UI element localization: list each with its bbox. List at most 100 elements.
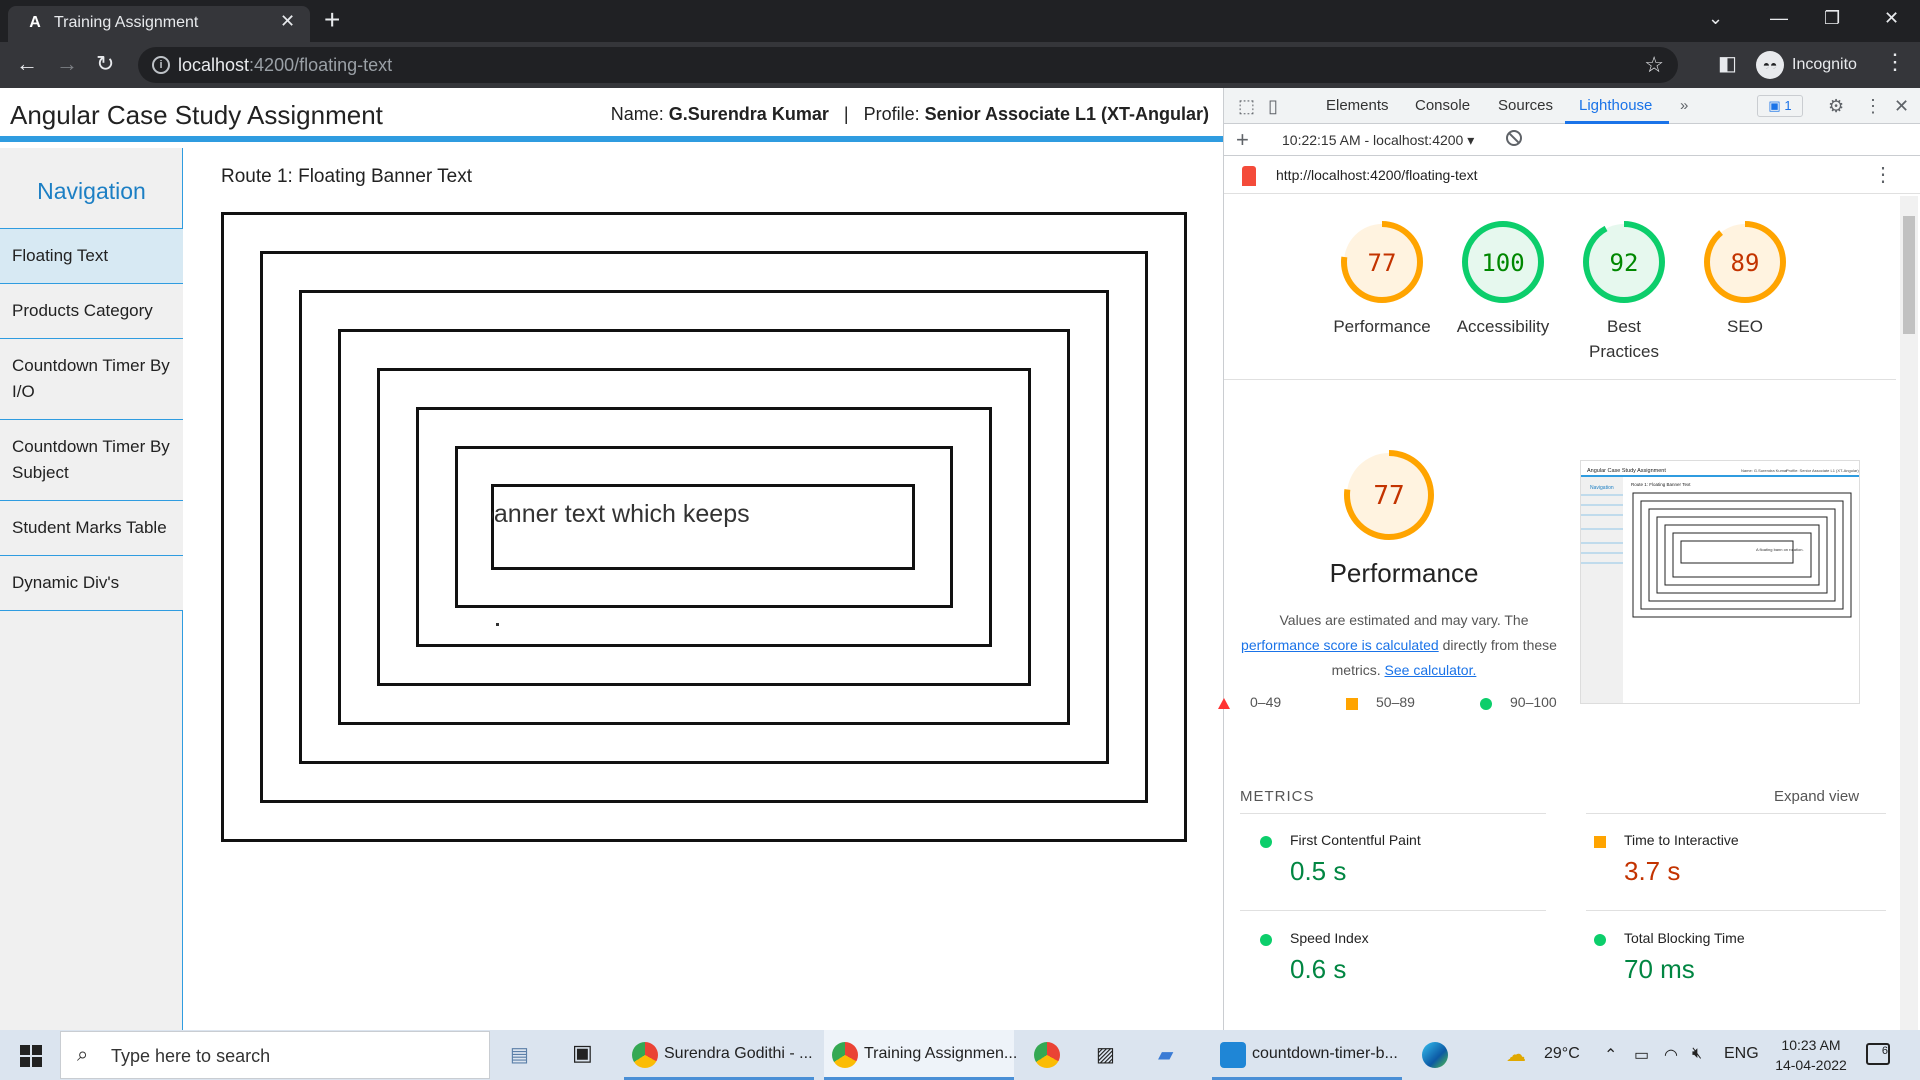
window-close-icon[interactable]: ✕	[1884, 8, 1899, 29]
name-value: G.Surendra Kumar	[668, 104, 829, 124]
forward-icon[interactable]: →	[56, 52, 78, 76]
name-label: Name:	[610, 104, 664, 124]
metric-name: Total Blocking Time	[1624, 930, 1745, 946]
gauge-best-practices[interactable]: 92 Best Practices	[1564, 220, 1684, 364]
clear-reports-icon[interactable]	[1506, 130, 1522, 146]
maximize-icon[interactable]: ❐	[1824, 8, 1840, 29]
language-indicator[interactable]: ENG	[1724, 1045, 1759, 1063]
thumb-profile: Profile: Senior Associate L1 (XT-Angular…	[1786, 468, 1859, 473]
task-view-icon[interactable]: ▤	[510, 1042, 529, 1067]
devtools-scrollbar[interactable]	[1900, 196, 1918, 1030]
new-tab-icon[interactable]: +	[324, 6, 340, 34]
metrics-heading: METRICS	[1240, 788, 1315, 805]
score-calculated-link[interactable]: performance score is calculated	[1241, 637, 1439, 653]
browser-tab[interactable]: A Training Assignment ✕	[8, 6, 310, 42]
see-calculator-link[interactable]: See calculator.	[1385, 662, 1477, 678]
site-info-icon[interactable]: i	[152, 56, 170, 74]
volume-muted-icon[interactable]: 🔇︎	[1692, 1045, 1702, 1063]
devtools-menu-icon[interactable]: ⋮	[1864, 96, 1882, 117]
weather-icon[interactable]: ☁	[1506, 1042, 1526, 1067]
sidebar-item-student-marks[interactable]: Student Marks Table	[0, 500, 183, 555]
chrome-icon	[632, 1042, 658, 1068]
bookmark-star-icon[interactable]: ☆	[1644, 52, 1664, 78]
reload-icon[interactable]: ↻	[96, 52, 114, 76]
omnibox[interactable]: i localhost:4200/floating-text ☆	[138, 47, 1678, 83]
expand-view-button[interactable]: Expand view	[1774, 788, 1859, 805]
url-text[interactable]: localhost:4200/floating-text	[178, 55, 392, 76]
store-icon[interactable]: ▣	[572, 1040, 593, 1066]
lighthouse-icon	[1242, 166, 1256, 186]
page-screenshot-thumbnail[interactable]: Angular Case Study Assignment Name: G.Su…	[1580, 460, 1860, 704]
windows-start-icon[interactable]	[20, 1045, 42, 1067]
legend-average: 50–89	[1376, 694, 1415, 710]
incognito-badge[interactable]: ◓◓ Incognito	[1756, 49, 1857, 81]
address-toolbar: ← → ↻ i localhost:4200/floating-text ☆ ◧…	[0, 42, 1920, 88]
clock-time: 10:23 AM	[1781, 1037, 1841, 1053]
incognito-icon: ◓◓	[1756, 51, 1784, 79]
gauge-accessibility-score: 100	[1481, 249, 1524, 277]
minimize-icon[interactable]: —	[1770, 8, 1788, 29]
tab-close-icon[interactable]: ✕	[280, 11, 295, 32]
new-report-icon[interactable]: +	[1236, 127, 1249, 153]
floating-banner: banner text which keeps	[492, 492, 912, 574]
gauge-seo[interactable]: 89 SEO	[1685, 220, 1805, 339]
system-clock[interactable]: 10:23 AM 14-04-2022	[1766, 1035, 1856, 1075]
settings-gear-icon[interactable]: ⚙	[1828, 96, 1844, 117]
performance-large-score: 77	[1373, 481, 1404, 511]
taskbar-search[interactable]: ⌕ Type here to search	[60, 1031, 490, 1079]
report-menu-icon[interactable]: ⋮	[1873, 162, 1893, 187]
lighthouse-toolbar: + 10:22:15 AM - localhost:4200 ▾	[1224, 124, 1920, 156]
battery-icon[interactable]: ▭	[1634, 1045, 1649, 1065]
average-square-icon	[1594, 836, 1606, 848]
performance-description: Values are estimated and may vary. The p…	[1224, 608, 1584, 683]
wifi-icon[interactable]: ◠	[1664, 1045, 1678, 1065]
pinned-app-icon[interactable]: ▨	[1096, 1042, 1115, 1067]
thumb-title: Angular Case Study Assignment	[1587, 468, 1666, 474]
gauge-best-practices-score: 92	[1610, 249, 1639, 277]
performance-large-gauge: 77	[1342, 448, 1436, 547]
vscode-icon	[1220, 1042, 1246, 1068]
thumb-nav-heading: Navigation	[1590, 485, 1614, 491]
header-separator: |	[843, 104, 849, 124]
temperature[interactable]: 29°C	[1544, 1045, 1580, 1063]
file-explorer-icon[interactable]: ▰	[1158, 1042, 1173, 1067]
taskbar-app-chrome-2[interactable]: Training Assignmen...	[824, 1030, 1017, 1080]
metrics-divider	[1586, 910, 1886, 911]
tab-search-icon[interactable]: ⌄	[1708, 8, 1723, 29]
metric-name: Time to Interactive	[1624, 832, 1739, 848]
more-tabs-icon[interactable]: »	[1680, 97, 1688, 114]
sidebar-item-products-category[interactable]: Products Category	[0, 283, 183, 338]
sidebar-item-countdown-io[interactable]: Countdown Timer By I/O	[0, 338, 183, 419]
inspect-element-icon[interactable]: ⬚	[1238, 96, 1255, 117]
windows-taskbar: ⌕ Type here to search ▤ ▣ Surendra Godit…	[0, 1030, 1920, 1080]
edge-icon[interactable]	[1422, 1042, 1448, 1068]
taskbar-app-chrome-1[interactable]: Surendra Godithi - ...	[624, 1030, 814, 1080]
notification-center-icon[interactable]: 6	[1866, 1043, 1890, 1065]
browser-menu-icon[interactable]: ⋮	[1884, 50, 1906, 74]
show-hidden-icons-icon[interactable]: ⌃	[1604, 1045, 1617, 1065]
devtools-close-icon[interactable]: ✕	[1894, 96, 1909, 117]
tab-title: Training Assignment	[54, 14, 199, 31]
scrollbar-thumb[interactable]	[1903, 216, 1915, 334]
report-selector[interactable]: 10:22:15 AM - localhost:4200 ▾	[1282, 132, 1474, 149]
gauge-seo-score: 89	[1731, 249, 1760, 277]
issues-badge[interactable]: ▣ 1	[1757, 95, 1803, 117]
gauge-performance-ring: 77	[1341, 221, 1423, 303]
lighthouse-url-bar: http://localhost:4200/floating-text ⋮	[1224, 156, 1920, 194]
sidebar-item-dynamic-divs[interactable]: Dynamic Div's	[0, 555, 183, 611]
sidebar-toggle-icon[interactable]: ◧	[1718, 52, 1737, 76]
gauge-performance[interactable]: 77 Performance	[1322, 220, 1442, 339]
tab-console[interactable]: Console	[1415, 97, 1470, 114]
back-icon[interactable]: ←	[16, 52, 38, 76]
search-placeholder: Type here to search	[111, 1046, 271, 1066]
sidebar-item-floating-text[interactable]: Floating Text	[0, 228, 183, 283]
device-toolbar-icon[interactable]: ▯	[1268, 96, 1278, 117]
tab-lighthouse[interactable]: Lighthouse	[1579, 97, 1652, 114]
gauge-accessibility[interactable]: 100 Accessibility	[1443, 220, 1563, 339]
tab-elements[interactable]: Elements	[1326, 97, 1389, 114]
chrome-icon	[832, 1042, 858, 1068]
tab-sources[interactable]: Sources	[1498, 97, 1553, 114]
sidebar-item-countdown-subject[interactable]: Countdown Timer By Subject	[0, 419, 183, 500]
chrome-pinned-icon[interactable]	[1034, 1042, 1060, 1068]
taskbar-app-vscode[interactable]: countdown-timer-b...	[1212, 1030, 1402, 1080]
